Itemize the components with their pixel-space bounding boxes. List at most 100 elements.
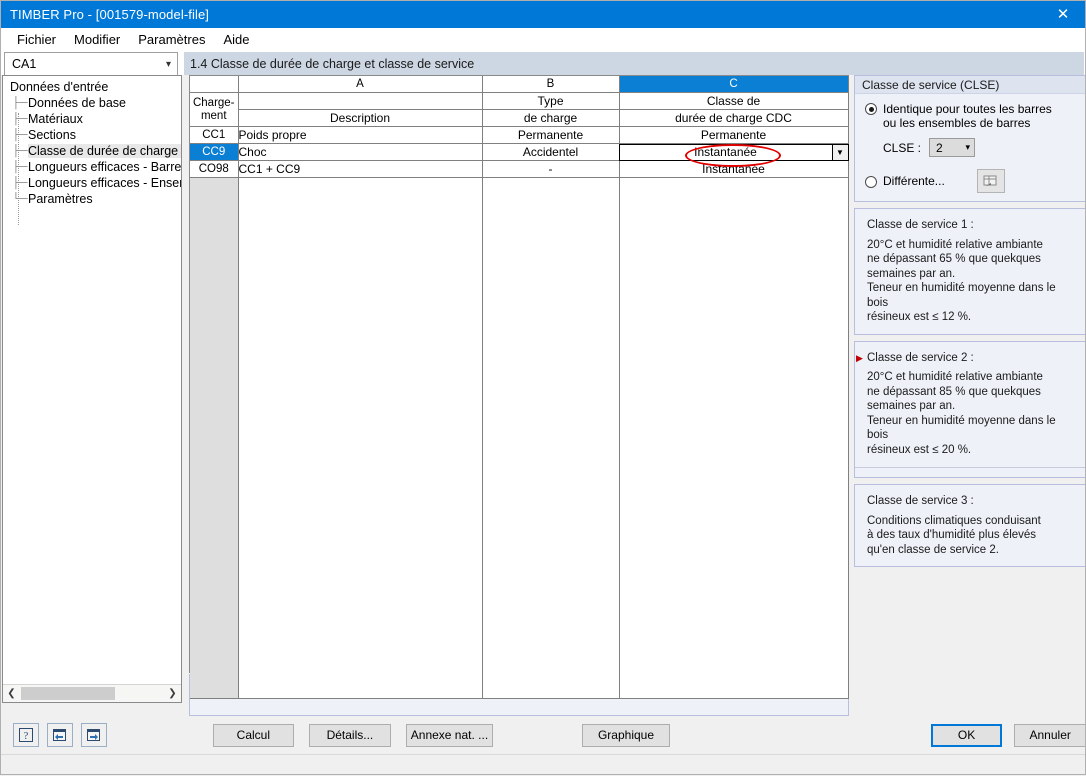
previous-panel-glyph bbox=[53, 729, 67, 741]
previous-panel-icon[interactable] bbox=[46, 723, 73, 747]
load-case-combo-value: CA1 bbox=[12, 57, 37, 71]
sidebar-item-sections[interactable]: ├─ Sections bbox=[8, 127, 181, 143]
radio-differente-icon[interactable] bbox=[865, 175, 877, 188]
cancel-button[interactable]: Annuler bbox=[1014, 723, 1086, 747]
cell-description[interactable]: CC1 + CC9 bbox=[238, 160, 483, 178]
info-heading: Classe de service 3 : bbox=[867, 495, 974, 507]
menu-item-fichier[interactable]: Fichier bbox=[8, 30, 65, 49]
cell-cdc[interactable]: Permanente bbox=[619, 126, 849, 144]
sidebar-item-parametres[interactable]: └─ Paramètres bbox=[8, 191, 181, 207]
sidebar-item-label: Classe de durée de charge et c bbox=[28, 144, 181, 158]
window-title: TIMBER Pro - [001579-model-file] bbox=[10, 6, 209, 22]
info-heading: Classe de service 2 : bbox=[856, 351, 1075, 366]
chevron-left-icon[interactable]: ❮ bbox=[3, 685, 20, 702]
sidebar-item-classe-de-duree-de-charge[interactable]: ├─ Classe de durée de charge et c bbox=[8, 143, 181, 159]
calcul-button[interactable]: Calcul bbox=[212, 723, 295, 747]
navigation-tree-panel: Données d'entrée ├─ Données de base ├─ M… bbox=[2, 75, 182, 703]
column-letter-row: A B C bbox=[190, 76, 849, 93]
info-body: 20°C et humidité relative ambiante ne dé… bbox=[867, 371, 1056, 456]
tree-branch-icon: ├─ bbox=[12, 161, 28, 173]
sidebar-item-label: Données de base bbox=[28, 96, 126, 110]
menu-item-aide[interactable]: Aide bbox=[214, 30, 258, 49]
next-panel-glyph bbox=[87, 729, 101, 741]
help-question-icon[interactable]: ? bbox=[13, 723, 39, 747]
header-b-line1: Type bbox=[482, 92, 620, 110]
cdc-dropdown[interactable]: Instantanée ▼ bbox=[618, 143, 849, 167]
cell-cdc[interactable]: Instantanée bbox=[619, 160, 849, 178]
tree-root-label: Données d'entrée bbox=[10, 80, 109, 94]
menu-bar: Fichier Modifier Paramètres Aide bbox=[0, 28, 1086, 52]
close-icon[interactable]: ✕ bbox=[1040, 0, 1086, 28]
service-class-group-body: Identique pour toutes les barres ou les … bbox=[855, 94, 1085, 201]
cell-description[interactable]: Choc bbox=[238, 143, 483, 161]
empty-cell-c[interactable] bbox=[619, 177, 849, 699]
menu-item-modifier[interactable]: Modifier bbox=[65, 30, 129, 49]
dropdown-arrow-icon[interactable]: ▼ bbox=[831, 144, 848, 160]
tree-horizontal-scrollbar[interactable]: ❮ ❯ bbox=[3, 684, 181, 702]
cell-type[interactable]: Permanente bbox=[482, 126, 620, 144]
grid-corner-cell bbox=[190, 76, 239, 93]
bottom-toolbar: ? Calcul Détails... Annexe nat. ... Grap… bbox=[0, 716, 1086, 754]
scrollbar-thumb[interactable] bbox=[21, 687, 115, 700]
service-class-panel: Classe de service (CLSE) Identique pour … bbox=[854, 75, 1086, 703]
sidebar-item-label: Matériaux bbox=[28, 112, 83, 126]
column-header-c[interactable]: C bbox=[619, 76, 849, 93]
details-button[interactable]: Détails... bbox=[309, 723, 391, 747]
row-header-co98[interactable]: CO98 bbox=[190, 160, 239, 178]
radio-option-identique[interactable]: Identique pour toutes les barres ou les … bbox=[865, 102, 1085, 130]
cdc-dropdown-value: Instantanée bbox=[694, 145, 757, 159]
sidebar-item-donnees-de-base[interactable]: ├─ Données de base bbox=[8, 95, 181, 111]
table-area: A B C Charge- ment Type Classe de Descri… bbox=[189, 75, 849, 716]
header-chargement-line2: ment bbox=[200, 109, 227, 122]
table-row[interactable]: CO98 CC1 + CC9 - Instantanée bbox=[190, 160, 849, 178]
tree-branch-icon: ├─ bbox=[12, 97, 28, 109]
header-chargement: Charge- ment bbox=[190, 92, 239, 127]
table-row[interactable]: CC9 Choc Accidentel Instantanée ▼ bbox=[190, 143, 849, 167]
empty-cell-b[interactable] bbox=[482, 177, 620, 699]
radio-identique-label: Identique pour toutes les barres ou les … bbox=[883, 102, 1052, 130]
table-header-row: Charge- ment Type Classe de bbox=[190, 92, 849, 127]
tree-branch-icon: ├─ bbox=[12, 129, 28, 141]
work-area: Données d'entrée ├─ Données de base ├─ M… bbox=[0, 75, 1086, 716]
row-header-cc9[interactable]: CC9 bbox=[190, 143, 239, 161]
table-edit-icon[interactable] bbox=[976, 169, 1005, 193]
radio-identique-icon[interactable] bbox=[865, 103, 877, 115]
header-chargement-line1: Charge- bbox=[192, 96, 235, 109]
column-header-a[interactable]: A bbox=[238, 76, 483, 93]
ok-button[interactable]: OK bbox=[930, 723, 1003, 747]
cell-type[interactable]: Accidentel bbox=[482, 143, 620, 161]
sidebar-item-longueurs-efficaces-barres[interactable]: ├─ Longueurs efficaces - Barres bbox=[8, 159, 181, 175]
sidebar-item-materiaux[interactable]: ├─ Matériaux bbox=[8, 111, 181, 127]
window-title-bar: TIMBER Pro - [001579-model-file] ✕ bbox=[0, 0, 1086, 28]
chevron-right-icon[interactable]: ❯ bbox=[164, 685, 181, 702]
column-header-b[interactable]: B bbox=[482, 76, 620, 93]
annexe-nationale-button[interactable]: Annexe nat. ... bbox=[405, 723, 494, 747]
load-case-combo[interactable]: CA1 ▾ bbox=[4, 52, 178, 76]
cell-type[interactable]: - bbox=[482, 160, 620, 178]
sidebar-item-label: Paramètres bbox=[28, 192, 93, 206]
cell-cdc-editing[interactable]: Instantanée ▼ bbox=[618, 143, 849, 167]
table-row[interactable]: CC1 Poids propre Permanente Permanente bbox=[190, 126, 849, 144]
header-a-line1 bbox=[238, 92, 483, 110]
clse-row: CLSE : 2 ▾ bbox=[883, 138, 1085, 157]
empty-row-header bbox=[190, 177, 239, 699]
info-divider bbox=[855, 467, 1085, 468]
radio-differente-label[interactable]: Différente... bbox=[883, 174, 945, 188]
next-panel-icon[interactable] bbox=[80, 723, 107, 747]
info-box-service-class-2: Classe de service 2 : 20°C et humidité r… bbox=[854, 340, 1086, 478]
row-header-cc1[interactable]: CC1 bbox=[190, 126, 239, 144]
service-class-groupbox: Classe de service (CLSE) Identique pour … bbox=[854, 75, 1086, 202]
tree-branch-icon: ├─ bbox=[12, 145, 28, 157]
clse-select[interactable]: 2 ▾ bbox=[929, 138, 976, 157]
sidebar-item-longueurs-efficaces-ensembles[interactable]: ├─ Longueurs efficaces - Ensembl bbox=[8, 175, 181, 191]
table-empty-area[interactable] bbox=[190, 177, 849, 699]
page-title: 1.4 Classe de durée de charge et classe … bbox=[184, 52, 1084, 76]
cell-description[interactable]: Poids propre bbox=[238, 126, 483, 144]
sidebar-item-label: Sections bbox=[28, 128, 76, 142]
empty-cell-a[interactable] bbox=[238, 177, 483, 699]
graphique-button[interactable]: Graphique bbox=[582, 723, 670, 747]
tree-branch-icon: ├─ bbox=[12, 113, 28, 125]
menu-item-parametres[interactable]: Paramètres bbox=[129, 30, 214, 49]
info-box-service-class-3: Classe de service 3 : Conditions climati… bbox=[854, 484, 1086, 567]
radio-option-differente-row: Différente... bbox=[865, 169, 1085, 193]
